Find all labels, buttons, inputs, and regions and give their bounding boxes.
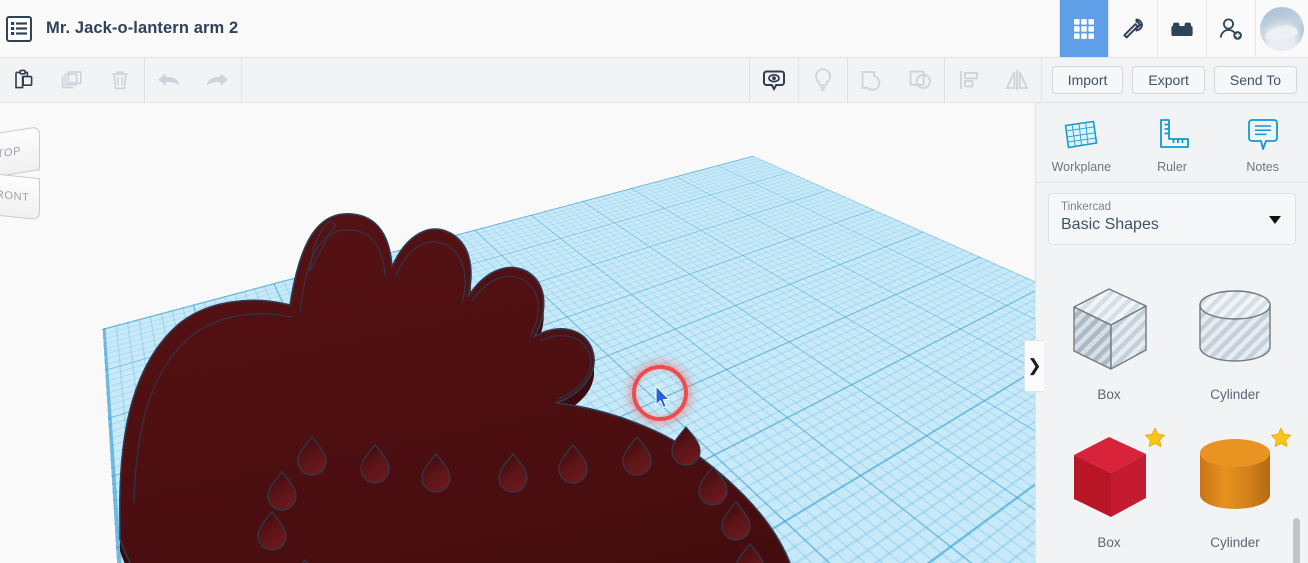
export-button[interactable]: Export bbox=[1132, 66, 1205, 94]
undo-icon[interactable] bbox=[145, 58, 193, 102]
notes-tool-label: Notes bbox=[1246, 160, 1279, 174]
shape-panel-scrollbar[interactable] bbox=[1293, 253, 1304, 563]
shape-library-select[interactable]: Tinkercad Basic Shapes bbox=[1048, 193, 1296, 245]
import-button[interactable]: Import bbox=[1051, 66, 1124, 94]
app-header: Mr. Jack-o-lantern arm 2 bbox=[0, 0, 1308, 58]
shape-label: Cylinder bbox=[1210, 535, 1260, 550]
scrollbar-thumb[interactable] bbox=[1293, 518, 1300, 563]
avatar[interactable] bbox=[1255, 0, 1308, 57]
shape-item-box-solid[interactable]: Box bbox=[1046, 425, 1172, 563]
header-actions bbox=[1059, 0, 1308, 57]
add-person-icon[interactable] bbox=[1206, 0, 1255, 57]
copy-icon[interactable] bbox=[48, 58, 96, 102]
shape-label: Box bbox=[1097, 387, 1121, 402]
panel-tools: Workplane Ruler Notes bbox=[1036, 103, 1308, 183]
mirror-icon[interactable] bbox=[993, 58, 1041, 102]
shape-label: Box bbox=[1097, 535, 1121, 550]
lightbulb-icon[interactable] bbox=[799, 58, 847, 102]
workplane-tool[interactable]: Workplane bbox=[1036, 111, 1127, 182]
toolbar-actions: Import Export Send To bbox=[1040, 58, 1308, 102]
workplane-tool-label: Workplane bbox=[1051, 160, 1112, 174]
notes-tool[interactable]: Notes bbox=[1217, 111, 1308, 182]
cylinder-hole-thumbnail bbox=[1180, 277, 1290, 385]
redo-icon[interactable] bbox=[193, 58, 241, 102]
shape-label: Cylinder bbox=[1210, 387, 1260, 402]
brick-icon[interactable] bbox=[1157, 0, 1206, 57]
favorite-star-icon[interactable] bbox=[1270, 427, 1292, 449]
tinkercad-app: Mr. Jack-o-lantern arm 2 Import Export S… bbox=[0, 0, 1308, 563]
pickaxe-icon[interactable] bbox=[1108, 0, 1157, 57]
ungroup-icon[interactable] bbox=[896, 58, 944, 102]
box-hole-thumbnail bbox=[1054, 277, 1164, 385]
show-hide-icon[interactable] bbox=[750, 58, 798, 102]
chevron-down-icon[interactable] bbox=[1269, 216, 1281, 224]
chevron-right-icon[interactable]: ❯ bbox=[1024, 340, 1044, 392]
paste-icon[interactable] bbox=[0, 58, 48, 102]
shape-library-value: Basic Shapes bbox=[1061, 216, 1159, 233]
shape-row: Box Cylinder bbox=[1046, 277, 1298, 425]
view-group bbox=[750, 58, 1041, 102]
favorite-star-icon[interactable] bbox=[1144, 427, 1166, 449]
history-group bbox=[145, 58, 241, 102]
send-to-button[interactable]: Send To bbox=[1213, 66, 1297, 94]
grid-view-icon[interactable] bbox=[1059, 0, 1108, 57]
page-title: Mr. Jack-o-lantern arm 2 bbox=[46, 19, 239, 37]
ruler-tool[interactable]: Ruler bbox=[1127, 111, 1218, 182]
3d-canvas[interactable]: TOP FRONT bbox=[0, 103, 1035, 563]
right-panel: Workplane Ruler Notes Tinkercad Basic Sh… bbox=[1035, 103, 1308, 563]
shape-item-cylinder-solid[interactable]: Cylinder bbox=[1172, 425, 1298, 563]
clipboard-group bbox=[0, 58, 144, 102]
ruler-tool-label: Ruler bbox=[1157, 160, 1187, 174]
workplane-icon bbox=[1064, 120, 1098, 149]
group-icon[interactable] bbox=[848, 58, 896, 102]
list-menu-icon[interactable] bbox=[6, 15, 32, 42]
main-toolbar: Import Export Send To bbox=[0, 58, 1308, 103]
delete-icon[interactable] bbox=[96, 58, 144, 102]
shape-item-cylinder-hole[interactable]: Cylinder bbox=[1172, 277, 1298, 425]
model-3d[interactable] bbox=[0, 103, 1035, 563]
shape-item-box-hole[interactable]: Box bbox=[1046, 277, 1172, 425]
avatar-image bbox=[1260, 6, 1304, 51]
ruler-icon bbox=[1160, 119, 1189, 148]
shape-library-grid: Box Cylinder Box Cylinder bbox=[1036, 263, 1308, 563]
shape-library-source: Tinkercad bbox=[1061, 201, 1112, 213]
notes-icon bbox=[1247, 119, 1278, 150]
align-icon[interactable] bbox=[945, 58, 993, 102]
mouse-cursor bbox=[655, 385, 671, 410]
shape-row: Box Cylinder bbox=[1046, 425, 1298, 563]
